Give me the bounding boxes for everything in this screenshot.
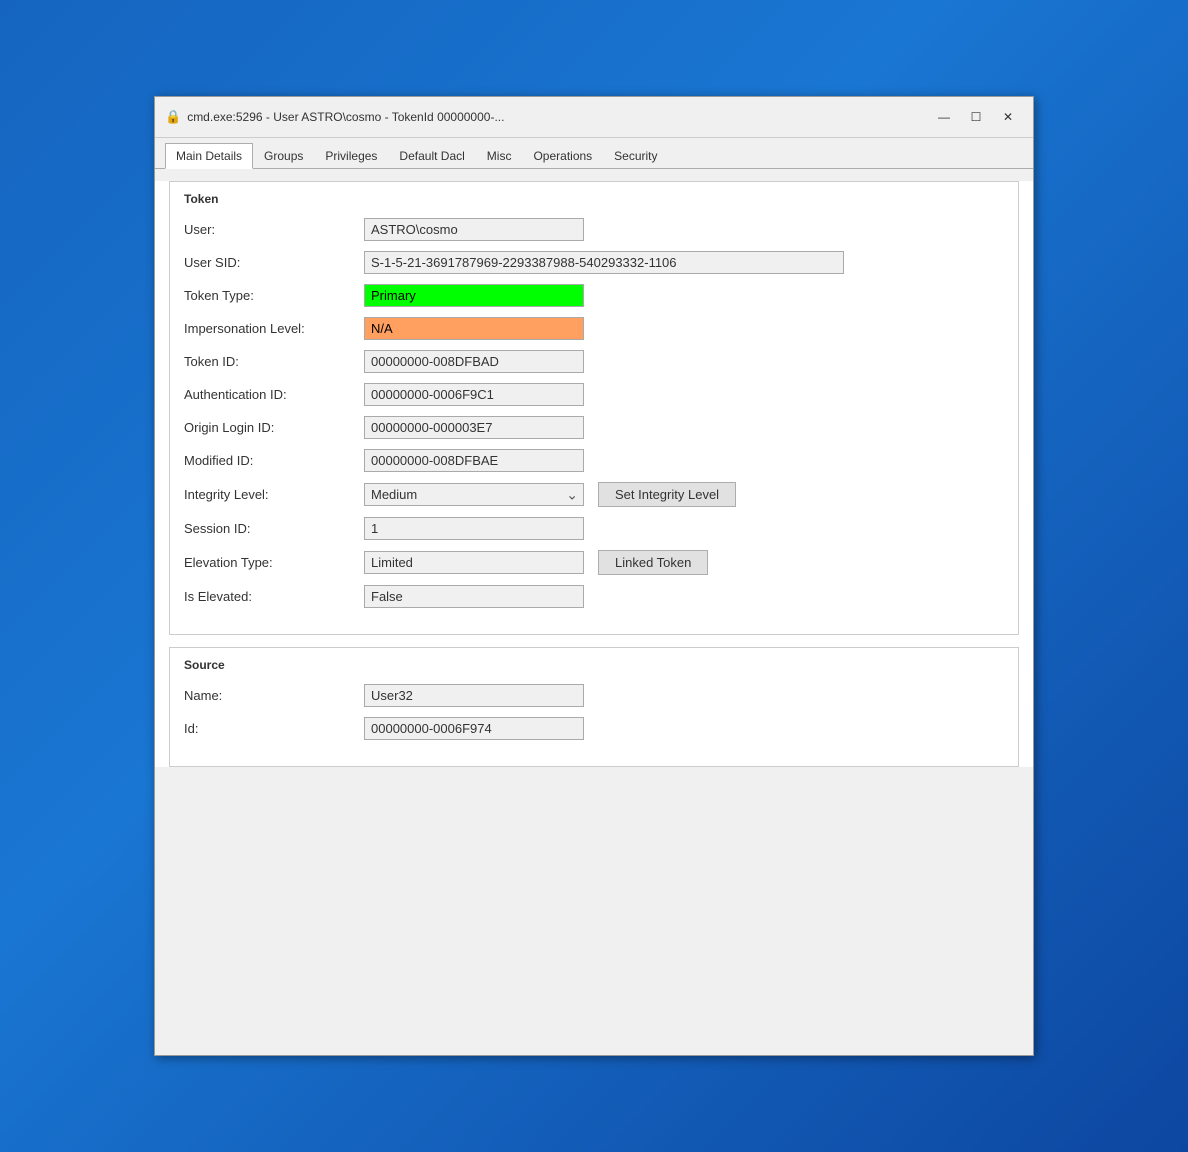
session-id-row: Session ID: 1: [184, 517, 1004, 540]
lock-icon: 🔒: [165, 109, 181, 125]
is-elevated-row: Is Elevated: False: [184, 585, 1004, 608]
tab-privileges[interactable]: Privileges: [314, 143, 388, 169]
token-id-field: 00000000-008DFBAD: [364, 350, 584, 373]
tab-operations[interactable]: Operations: [522, 143, 603, 169]
modified-id-label: Modified ID:: [184, 453, 364, 468]
user-label: User:: [184, 222, 364, 237]
source-id-label: Id:: [184, 721, 364, 736]
modified-id-row: Modified ID: 00000000-008DFBAE: [184, 449, 1004, 472]
origin-login-id-label: Origin Login ID:: [184, 420, 364, 435]
user-sid-label: User SID:: [184, 255, 364, 270]
source-id-row: Id: 00000000-0006F974: [184, 717, 1004, 740]
token-section-title: Token: [184, 192, 1004, 206]
is-elevated-label: Is Elevated:: [184, 589, 364, 604]
token-type-field: Primary: [364, 284, 584, 307]
source-section: Source Name: User32 Id: 00000000-0006F97…: [169, 647, 1019, 767]
linked-token-button[interactable]: Linked Token: [598, 550, 708, 575]
title-bar-controls: — ☐ ✕: [929, 105, 1023, 129]
source-section-title: Source: [184, 658, 1004, 672]
tab-security[interactable]: Security: [603, 143, 668, 169]
tab-misc[interactable]: Misc: [476, 143, 523, 169]
authentication-id-row: Authentication ID: 00000000-0006F9C1: [184, 383, 1004, 406]
minimize-button[interactable]: —: [929, 105, 959, 129]
maximize-button[interactable]: ☐: [961, 105, 991, 129]
token-section: Token User: ASTRO\cosmo User SID: S-1-5-…: [169, 181, 1019, 635]
source-name-field: User32: [364, 684, 584, 707]
integrity-level-label: Integrity Level:: [184, 487, 364, 502]
tab-default-dacl[interactable]: Default Dacl: [388, 143, 475, 169]
elevation-type-label: Elevation Type:: [184, 555, 364, 570]
title-bar: 🔒 cmd.exe:5296 - User ASTRO\cosmo - Toke…: [155, 97, 1033, 138]
title-bar-left: 🔒 cmd.exe:5296 - User ASTRO\cosmo - Toke…: [165, 109, 504, 125]
elevation-type-field: Limited: [364, 551, 584, 574]
impersonation-level-row: Impersonation Level: N/A: [184, 317, 1004, 340]
elevation-type-row: Elevation Type: Limited Linked Token: [184, 550, 1004, 575]
impersonation-level-field: N/A: [364, 317, 584, 340]
close-button[interactable]: ✕: [993, 105, 1023, 129]
window-title: cmd.exe:5296 - User ASTRO\cosmo - TokenI…: [187, 110, 504, 124]
token-type-label: Token Type:: [184, 288, 364, 303]
is-elevated-field: False: [364, 585, 584, 608]
tab-main-details[interactable]: Main Details: [165, 143, 253, 169]
token-type-row: Token Type: Primary: [184, 284, 1004, 307]
user-row: User: ASTRO\cosmo: [184, 218, 1004, 241]
integrity-select-wrapper: Untrusted Low Medium High System: [364, 483, 584, 506]
main-window: 🔒 cmd.exe:5296 - User ASTRO\cosmo - Toke…: [154, 96, 1034, 1056]
user-sid-field: S-1-5-21-3691787969-2293387988-540293332…: [364, 251, 844, 274]
source-name-label: Name:: [184, 688, 364, 703]
tab-groups[interactable]: Groups: [253, 143, 314, 169]
session-id-label: Session ID:: [184, 521, 364, 536]
tab-bar: Main Details Groups Privileges Default D…: [155, 138, 1033, 169]
integrity-level-select[interactable]: Untrusted Low Medium High System: [364, 483, 584, 506]
set-integrity-level-button[interactable]: Set Integrity Level: [598, 482, 736, 507]
origin-login-id-row: Origin Login ID: 00000000-000003E7: [184, 416, 1004, 439]
user-field: ASTRO\cosmo: [364, 218, 584, 241]
session-id-field: 1: [364, 517, 584, 540]
token-id-row: Token ID: 00000000-008DFBAD: [184, 350, 1004, 373]
source-name-row: Name: User32: [184, 684, 1004, 707]
origin-login-id-field: 00000000-000003E7: [364, 416, 584, 439]
content-area: Token User: ASTRO\cosmo User SID: S-1-5-…: [155, 181, 1033, 767]
source-id-field: 00000000-0006F974: [364, 717, 584, 740]
token-id-label: Token ID:: [184, 354, 364, 369]
authentication-id-field: 00000000-0006F9C1: [364, 383, 584, 406]
modified-id-field: 00000000-008DFBAE: [364, 449, 584, 472]
integrity-level-row: Integrity Level: Untrusted Low Medium Hi…: [184, 482, 1004, 507]
impersonation-level-label: Impersonation Level:: [184, 321, 364, 336]
authentication-id-label: Authentication ID:: [184, 387, 364, 402]
user-sid-row: User SID: S-1-5-21-3691787969-2293387988…: [184, 251, 1004, 274]
